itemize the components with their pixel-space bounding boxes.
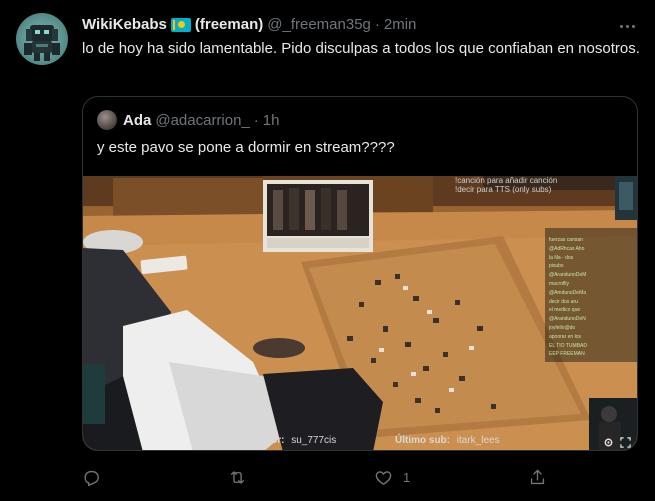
quoted-author-name[interactable]: Ada — [123, 112, 151, 129]
share-button[interactable] — [528, 464, 547, 490]
separator-dot: · — [253, 111, 259, 129]
chat-line: pisubs — [549, 263, 564, 270]
player-controls — [603, 437, 631, 448]
chat-line: fuerzas cansan — [549, 237, 583, 243]
author-name[interactable]: WikiKebabs — [82, 15, 167, 35]
like-button[interactable]: 1 — [374, 464, 410, 490]
author-handle[interactable]: @_freeman35g — [267, 15, 371, 35]
overlay-command-line: !decir para TTS (only subs) — [455, 185, 552, 194]
author-name-suffix[interactable]: (freeman) — [195, 15, 263, 35]
quoted-timestamp[interactable]: 1h — [263, 112, 280, 129]
chat-line: @ArandunoDeN — [549, 316, 586, 323]
fullscreen-icon[interactable] — [620, 437, 631, 448]
kazakhstan-flag-icon — [170, 18, 191, 32]
tweet-text: lo de hoy ha sido lamentable. Pido discu… — [82, 40, 640, 57]
last-follower-overlay: Último seguidor: su_777cis — [205, 435, 336, 446]
quoted-avatar[interactable] — [97, 110, 117, 130]
quoted-tweet[interactable]: Ada @adacarrion_ · 1h y este pavo se pon… — [82, 96, 638, 451]
last-sub-overlay: Último sub: itark_lees — [395, 435, 500, 446]
separator-dot: · — [374, 16, 380, 33]
avatar[interactable] — [16, 13, 68, 65]
more-options-icon[interactable] — [617, 16, 637, 36]
chat-line: EL TIO TUMBAD — [549, 342, 587, 349]
settings-icon[interactable] — [603, 437, 614, 448]
retweet-icon — [230, 470, 245, 484]
tweet[interactable]: WikiKebabs (freeman) @_freeman35g · 2min… — [0, 0, 655, 501]
reply-icon — [84, 470, 99, 486]
last-sub-value: itark_lees — [456, 435, 500, 446]
chat-line: EEP FREEMAN — [549, 351, 585, 358]
reply-button[interactable] — [82, 464, 101, 490]
chat-line: macroflly — [549, 280, 570, 287]
like-count: 1 — [403, 469, 411, 485]
stream-screenshot[interactable]: !canción para añadir canción !decir para… — [83, 176, 637, 450]
stream-chat-overlay: fuerzas cansan @AdRhcas Aho la fila - do… — [549, 236, 637, 359]
stream-commands-overlay: !canción para añadir canción !decir para… — [455, 176, 605, 194]
chat-line: apoorar en los — [549, 333, 581, 340]
chat-line: @ArandunoDeM — [549, 272, 587, 279]
retweet-button[interactable] — [228, 464, 247, 490]
tweet-timestamp[interactable]: 2min — [384, 15, 417, 35]
chat-line: @AdRhcas Aho — [549, 245, 585, 252]
chat-line: joyfello@do — [549, 324, 576, 331]
chat-line: decir dos aru — [549, 298, 578, 305]
quoted-tweet-header: Ada @adacarrion_ · 1h — [97, 109, 279, 131]
last-sub-label: Último sub: — [395, 435, 450, 446]
tweet-header: WikiKebabs (freeman) @_freeman35g · 2min — [82, 14, 595, 36]
share-icon — [530, 469, 545, 484]
avatar-mecha-icon — [24, 25, 60, 61]
chat-line: el medico que — [549, 307, 581, 314]
like-icon — [375, 470, 392, 485]
last-follower-label: Último seguidor: — [205, 435, 285, 446]
chat-line: @AmdunoDeMa — [549, 289, 587, 296]
quoted-tweet-text: y este pavo se pone a dormir en stream??… — [97, 139, 395, 156]
chat-line: la fila - dos — [549, 254, 574, 261]
quoted-author-handle[interactable]: @adacarrion_ — [155, 112, 249, 129]
tweet-actions: 1 — [82, 464, 552, 490]
last-follower-value: su_777cis — [291, 435, 337, 446]
overlay-command-line: !canción para añadir canción — [455, 176, 558, 185]
